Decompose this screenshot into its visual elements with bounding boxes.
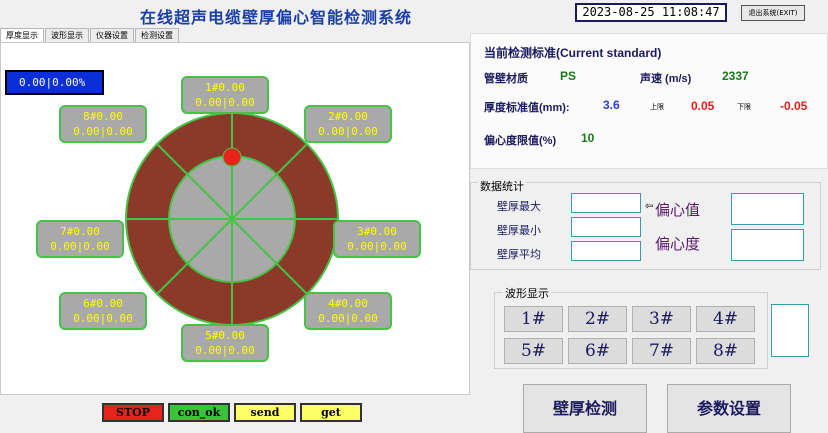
sensor-3-values: 0.00|0.00 [347,240,407,253]
send-indicator[interactable]: send [234,403,296,422]
standard-title: 当前检测标准(Current standard) [484,46,662,60]
waveform-preview [771,304,809,357]
wave-button-7[interactable]: 7# [632,338,691,364]
get-indicator[interactable]: get [300,403,362,422]
thickness-value: 3.6 [603,98,620,112]
max-field [571,193,641,213]
min-field [571,217,641,237]
exit-button[interactable]: 退出系统(EXIT) [741,5,805,21]
sensor-5-title: 5#0.00 [205,329,245,342]
speed-label: 声速 (m/s) [640,73,692,85]
wave-button-3[interactable]: 3# [632,306,691,332]
sensor-8-values: 0.00|0.00 [73,125,133,138]
sensor-7-title: 7#0.00 [60,225,100,238]
sensor-2-values: 0.00|0.00 [318,125,378,138]
wave-button-1[interactable]: 1# [504,306,563,332]
sensor-5: 5#0.00 0.00|0.00 [181,324,269,362]
sensor-7: 7#0.00 0.00|0.00 [36,220,124,258]
stats-title: 数据统计 [478,178,526,194]
max-label: 壁厚最大 [497,200,541,213]
connection-indicator[interactable]: con_ok [168,403,230,422]
sensor-6: 6#0.00 0.00|0.00 [59,292,147,330]
sensor-5-values: 0.00|0.00 [195,344,255,357]
avg-label: 壁厚平均 [497,248,541,261]
ecc-value-label: 偏心值 [655,201,701,219]
center-dot [229,216,235,222]
waveform-title: 波形显示 [503,285,551,301]
sensor-1-title: 1#0.00 [205,81,245,94]
sensor-2-title: 2#0.00 [328,110,368,123]
sensor-6-title: 6#0.00 [83,297,123,310]
lower-label: 下限 [737,103,751,111]
speed-value: 2337 [722,69,749,83]
sensor-7-values: 0.00|0.00 [50,240,110,253]
thickness-label: 厚度标准值(mm): [484,102,570,114]
sensor-6-values: 0.00|0.00 [73,312,133,325]
position-marker [222,147,242,167]
sensor-4-values: 0.00|0.00 [318,312,378,325]
upper-value: 0.05 [691,99,715,113]
param-settings-button[interactable]: 参数设置 [667,384,791,433]
datetime-display: 2023-08-25 11:08:47 [575,3,727,22]
wave-button-5[interactable]: 5# [504,338,563,364]
sensor-8: 8#0.00 0.00|0.00 [59,105,147,143]
thickness-detect-button[interactable]: 壁厚检测 [523,384,647,433]
min-label: 壁厚最小 [497,224,541,237]
lower-value: -0.05 [780,99,808,113]
ecc-value-field [731,193,804,225]
upper-label: 上限 [650,103,664,111]
sensor-1: 1#0.00 0.00|0.00 [181,76,269,114]
avg-field [571,241,641,261]
sensor-3: 3#0.00 0.00|0.00 [333,220,421,258]
sensor-4: 4#0.00 0.00|0.00 [304,292,392,330]
wave-button-4[interactable]: 4# [696,306,755,332]
stop-indicator[interactable]: STOP [102,403,164,422]
wave-button-2[interactable]: 2# [568,306,627,332]
cursor-icon: ⇦ [645,201,654,212]
sensor-3-title: 3#0.00 [357,225,397,238]
ecc-degree-label: 偏心度 [655,235,701,253]
ecc-limit-label: 偏心度限值(%) [484,135,557,147]
sensor-4-title: 4#0.00 [328,297,368,310]
sensor-1-values: 0.00|0.00 [195,96,255,109]
ecc-degree-field [731,229,804,261]
ecc-limit-value: 10 [581,131,595,145]
material-label: 管壁材质 [484,73,528,85]
sensor-2: 2#0.00 0.00|0.00 [304,105,392,143]
overall-readout: 0.00|0.00% [5,70,104,95]
wave-button-8[interactable]: 8# [696,338,755,364]
wave-button-6[interactable]: 6# [568,338,627,364]
sensor-8-title: 8#0.00 [83,110,123,123]
material-value: PS [560,69,577,83]
